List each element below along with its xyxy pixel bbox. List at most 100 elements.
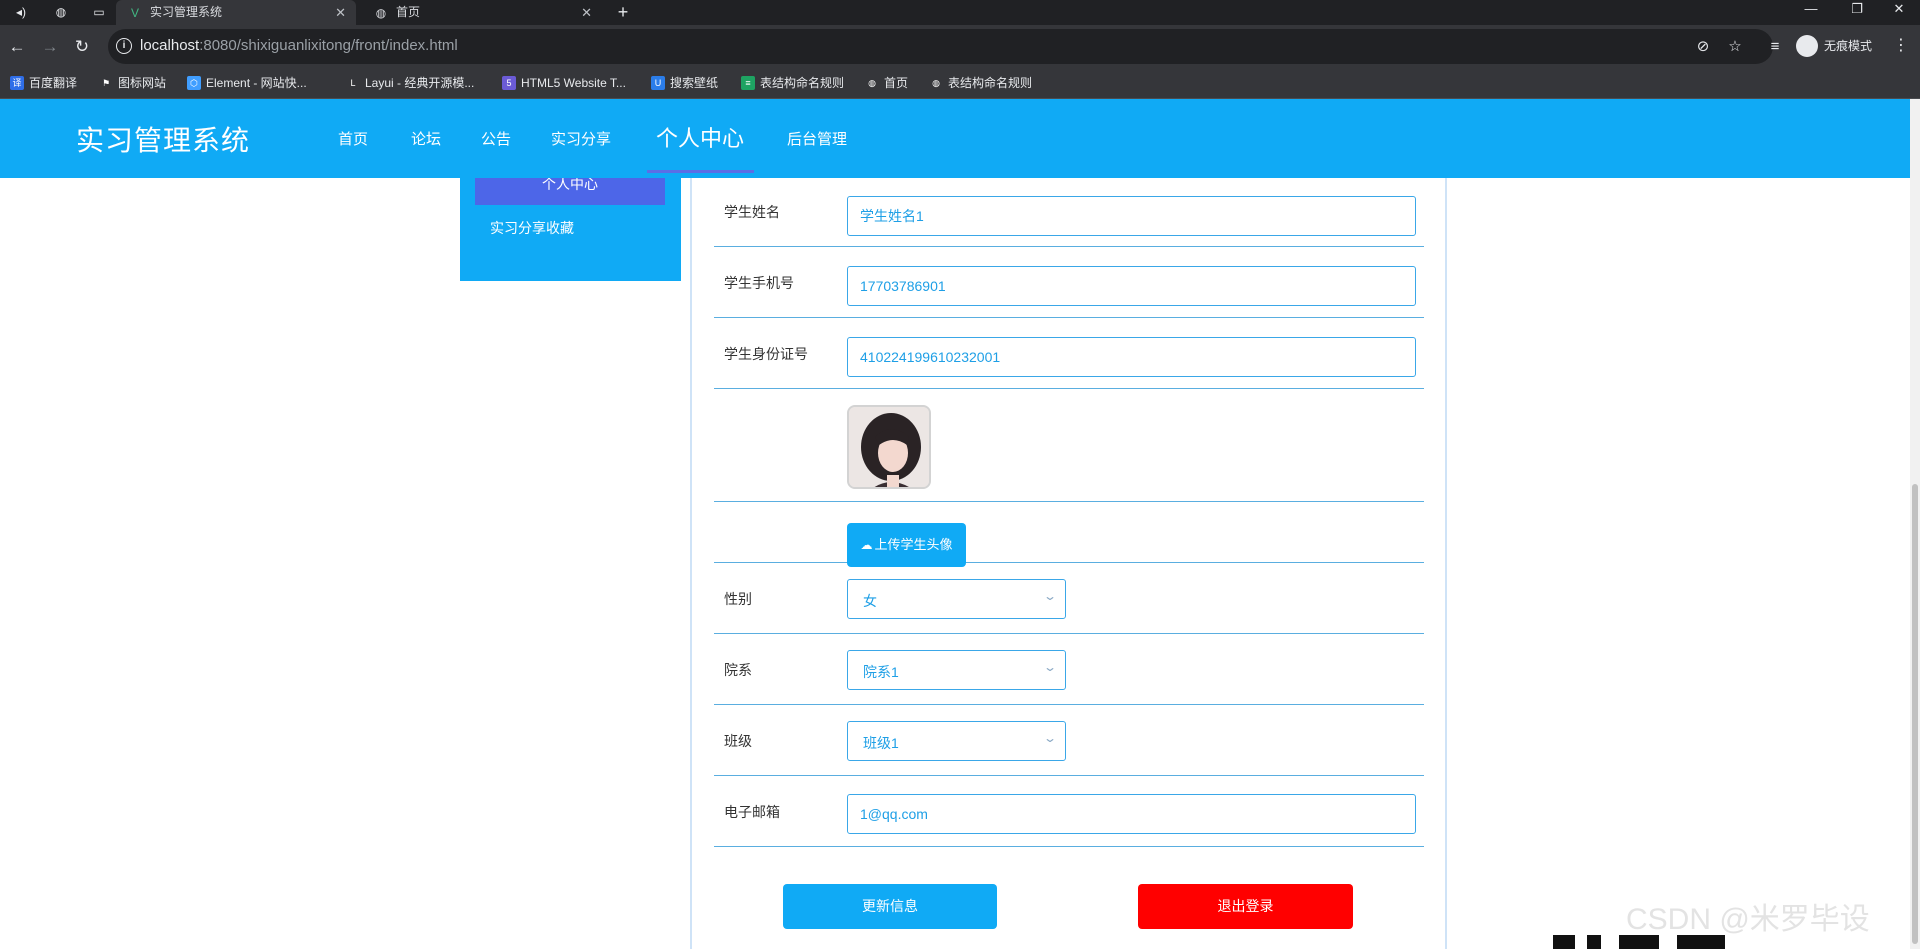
tab-title: 首页: [396, 5, 421, 19]
bookmark-label: 搜索壁纸: [670, 76, 719, 90]
nav-notice[interactable]: 公告: [481, 128, 511, 149]
window-icon[interactable]: ▭: [90, 4, 108, 21]
site-brand[interactable]: 实习管理系统: [76, 119, 250, 159]
eye-off-icon[interactable]: ⊘: [1693, 37, 1713, 57]
nav-active-underline: [647, 170, 754, 173]
nav-admin[interactable]: 后台管理: [787, 128, 847, 149]
nav-personal-center[interactable]: 个人中心: [656, 121, 744, 153]
bookmarks-bar: 译 百度翻译 ⚑ 图标网站 ⬡ Element - 网站快... L Layui…: [0, 68, 1920, 99]
row-upload: ☁ 上传学生头像: [714, 502, 1424, 567]
globe-icon: ◍: [932, 78, 940, 88]
upload-avatar-label: 上传学生头像: [874, 537, 953, 552]
chevron-down-icon: ⌄: [1042, 589, 1058, 603]
speaker-icon[interactable]: ◂): [12, 4, 30, 21]
nav-home[interactable]: 首页: [338, 128, 368, 149]
class-label: 班级: [724, 733, 752, 749]
student-name-input[interactable]: [847, 196, 1416, 236]
class-select[interactable]: 班级1 ⌄: [847, 721, 1066, 761]
star-icon[interactable]: ☆: [1725, 37, 1745, 57]
class-value: 班级1: [863, 735, 899, 751]
html5-icon: 5: [502, 76, 516, 90]
nav-share[interactable]: 实习分享: [551, 128, 611, 149]
bookmark-label: 表结构命名规则: [760, 76, 845, 90]
cloud-upload-icon: ☁: [860, 538, 873, 552]
close-tab-icon[interactable]: ✕: [581, 0, 592, 25]
scrollbar-thumb[interactable]: [1912, 484, 1918, 944]
nav-forum[interactable]: 论坛: [411, 128, 441, 149]
student-id-input[interactable]: [847, 337, 1416, 377]
url-host: localhost: [140, 37, 200, 54]
globe-icon: ◍: [375, 6, 387, 20]
back-button[interactable]: ←: [6, 36, 28, 58]
layui-icon: L: [350, 78, 356, 88]
tab-title: 实习管理系统: [150, 5, 223, 19]
bookmark-label: Element - 网站快...: [206, 76, 307, 90]
forward-button[interactable]: →: [39, 36, 61, 58]
reading-list-icon[interactable]: ≡: [1765, 37, 1785, 57]
incognito-label: 无痕模式: [1824, 39, 1873, 53]
sidebar-item-share-favorites[interactable]: 实习分享收藏: [490, 218, 574, 238]
sheet-icon: ≡: [741, 76, 755, 90]
address-bar-row: ← → ↻ i localhost:8080/shixiguanlixitong…: [0, 25, 1920, 68]
student-id-label: 学生身份证号: [724, 346, 808, 362]
vue-logo-icon: V: [130, 6, 139, 20]
student-avatar: [847, 405, 931, 489]
chevron-down-icon: ⌄: [1042, 731, 1058, 745]
watermark: CSDN @米罗毕设: [1626, 903, 1870, 936]
browser-tab-strip: ◂) ◍ ▭ V 实习管理系统 ✕ ◍ 首页 ✕ + — ❐ ✕: [0, 0, 1920, 25]
wallpaper-icon: U: [651, 76, 665, 90]
row-student-name: 学生姓名: [714, 178, 1424, 247]
chevron-down-icon: ⌄: [1042, 660, 1058, 674]
row-email: 电子邮箱: [714, 776, 1424, 847]
bookmark-label: Layui - 经典开源模...: [365, 76, 475, 90]
close-window-button[interactable]: ✕: [1876, 0, 1920, 25]
row-student-phone: 学生手机号: [714, 247, 1424, 318]
overlay-graphic: [1553, 935, 1813, 949]
update-info-button[interactable]: 更新信息: [783, 884, 997, 929]
email-input[interactable]: [847, 794, 1416, 834]
baidu-translate-icon: 译: [10, 76, 24, 90]
page-scrollbar[interactable]: [1910, 99, 1920, 949]
profile-form: 学生姓名 学生手机号 学生身份证号 ☁上传学生: [690, 178, 1447, 949]
logout-button[interactable]: 退出登录: [1138, 884, 1353, 929]
new-tab-button[interactable]: +: [612, 0, 634, 25]
bookmark-label: 图标网站: [118, 76, 167, 90]
site-info-icon[interactable]: i: [116, 38, 132, 54]
bookmark-label: 表结构命名规则: [948, 76, 1033, 90]
page-viewport: 实习管理系统 首页 论坛 公告 实习分享 个人中心 后台管理 个人中心 实习分享…: [0, 99, 1920, 949]
tab-system[interactable]: V 实习管理系统 ✕: [116, 0, 356, 25]
student-phone-input[interactable]: [847, 266, 1416, 306]
reload-button[interactable]: ↻: [71, 36, 93, 58]
bookmark-label: HTML5 Website T...: [521, 76, 626, 90]
avatar-photo: [849, 407, 929, 487]
department-select[interactable]: 院系1 ⌄: [847, 650, 1066, 690]
sidebar-item-personal-center[interactable]: 个人中心: [475, 178, 665, 205]
globe-icon[interactable]: ◍: [52, 4, 70, 21]
address-bar[interactable]: i localhost:8080/shixiguanlixitong/front…: [108, 29, 1773, 64]
gender-value: 女: [863, 593, 877, 609]
upload-avatar-button[interactable]: ☁ 上传学生头像: [847, 523, 966, 567]
personal-sidebar: 个人中心 实习分享收藏: [460, 178, 681, 281]
student-name-label: 学生姓名: [724, 204, 780, 220]
flag-icon: ⚑: [101, 78, 111, 88]
browser-menu-icon[interactable]: ⋮: [1893, 35, 1909, 57]
bookmark-label: 百度翻译: [29, 76, 78, 90]
department-label: 院系: [724, 662, 752, 678]
row-gender: 性别 女 ⌄: [714, 563, 1424, 634]
minimize-button[interactable]: —: [1788, 0, 1834, 25]
row-class: 班级 班级1 ⌄: [714, 705, 1424, 776]
incognito-icon: [1796, 35, 1818, 57]
tab-home[interactable]: ◍ 首页 ✕: [362, 0, 602, 25]
restore-button[interactable]: ❐: [1834, 0, 1880, 25]
gender-label: 性别: [724, 591, 752, 607]
row-department: 院系 院系1 ⌄: [714, 634, 1424, 705]
bookmark-label: 首页: [884, 76, 909, 90]
site-navbar: 实习管理系统 首页 论坛 公告 实习分享 个人中心 后台管理: [0, 99, 1910, 178]
email-label: 电子邮箱: [724, 804, 780, 820]
department-value: 院系1: [863, 664, 899, 680]
close-tab-icon[interactable]: ✕: [335, 0, 346, 25]
url-path: :8080/shixiguanlixitong/front/index.html: [199, 37, 458, 54]
row-avatar: [714, 389, 1424, 502]
gender-select[interactable]: 女 ⌄: [847, 579, 1066, 619]
url-text[interactable]: localhost:8080/shixiguanlixitong/front/i…: [140, 37, 458, 54]
